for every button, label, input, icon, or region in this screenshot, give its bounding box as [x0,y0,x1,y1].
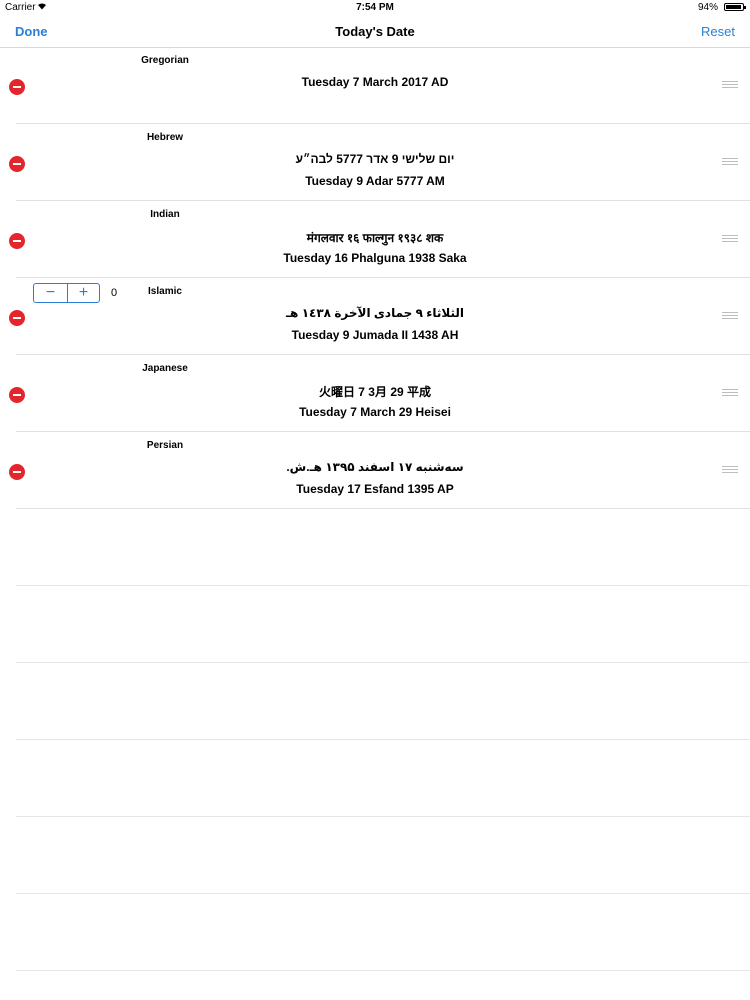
delete-icon[interactable] [9,233,25,249]
delete-icon[interactable] [9,310,25,326]
date-english: Tuesday 9 Jumada II 1438 AH [291,328,459,342]
decrement-button[interactable]: − [34,284,68,302]
reorder-handle-icon[interactable] [722,158,738,167]
date-english: Tuesday 17 Esfand 1395 AP [296,482,454,496]
date-native: मंगलवार १६ फाल्गुन १९३८ शक [306,231,444,245]
status-bar: Carrier 7:54 PM 94% [0,0,750,15]
reset-button[interactable]: Reset [701,24,735,39]
nav-bar: Done Today's Date Reset [0,15,750,48]
date-native: 火曜日 7 3月 29 平成 [318,385,432,399]
date-primary: Tuesday 7 March 2017 AD [301,75,449,89]
delete-icon[interactable] [9,156,25,172]
calendar-name: Japanese [142,363,188,374]
list-item: Persian سه‌شنبه ۱۷ اسفند ۱۳۹۵ هـ.ش. Tues… [0,432,750,509]
reorder-handle-icon[interactable] [722,466,738,475]
date-native: سه‌شنبه ۱۷ اسفند ۱۳۹۵ هـ.ش. [286,460,464,474]
clock: 7:54 PM [356,2,394,13]
calendar-name: Islamic [148,286,182,297]
increment-button[interactable]: + [67,284,100,302]
date-english: Tuesday 7 March 29 Heisei [299,405,451,419]
reorder-handle-icon[interactable] [722,235,738,244]
date-english: Tuesday 16 Phalguna 1938 Saka [283,251,467,265]
delete-icon[interactable] [9,464,25,480]
list-item: Japanese 火曜日 7 3月 29 平成 Tuesday 7 March … [0,355,750,432]
list-item: Gregorian Tuesday 7 March 2017 AD [0,47,750,124]
empty-row [0,740,750,817]
battery-percent: 94% [697,2,718,13]
delete-icon[interactable] [9,79,25,95]
list-item: − + 0 Islamic الثلاثاء ٩ جمادى الآخرة ١٤… [0,278,750,355]
empty-row [0,509,750,586]
date-native: יום שלישי 9 אדר 5777 לבה״ע [295,152,455,166]
page-title: Today's Date [335,24,415,39]
list-item: Indian मंगलवार १६ फाल्गुन १९३८ शक Tuesda… [0,201,750,278]
reorder-handle-icon[interactable] [722,81,738,90]
calendar-name: Indian [150,209,180,220]
date-native: الثلاثاء ٩ جمادى الآخرة ١٤٣٨ هـ [285,306,465,320]
empty-row [0,817,750,894]
offset-stepper[interactable]: − + [33,283,100,303]
list-item: Hebrew יום שלישי 9 אדר 5777 לבה״ע Tuesda… [0,124,750,201]
date-english: Tuesday 9 Adar 5777 AM [305,174,445,188]
calendar-name: Persian [146,440,184,451]
calendar-list: Gregorian Tuesday 7 March 2017 AD Hebrew… [0,47,750,971]
calendar-name: Hebrew [146,132,184,143]
empty-row [0,586,750,663]
empty-row [0,663,750,740]
delete-icon[interactable] [9,387,25,403]
empty-row [0,894,750,971]
stepper-value: 0 [111,287,118,299]
calendar-name: Gregorian [141,55,189,66]
reorder-handle-icon[interactable] [722,389,738,398]
reorder-handle-icon[interactable] [722,312,738,321]
battery-icon [724,3,746,11]
